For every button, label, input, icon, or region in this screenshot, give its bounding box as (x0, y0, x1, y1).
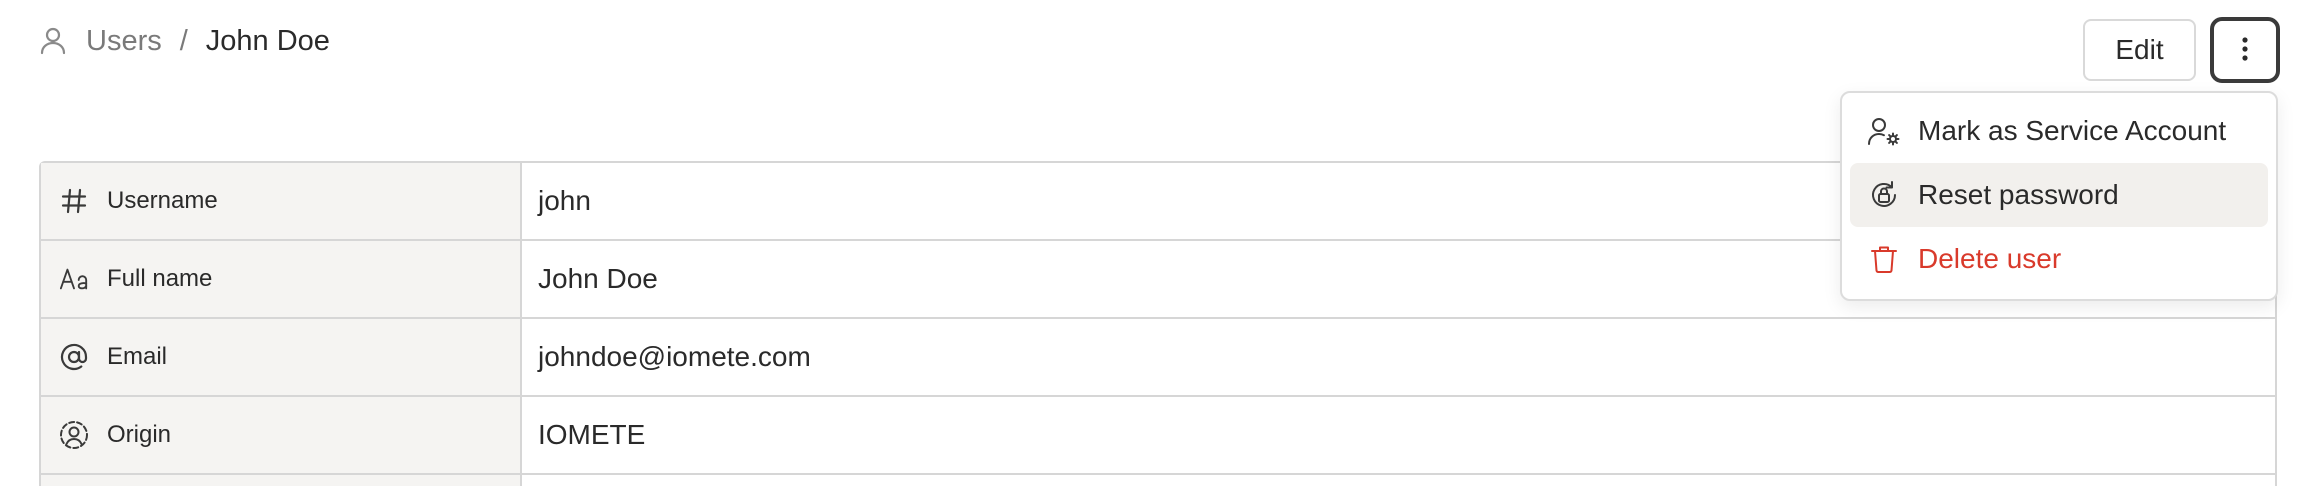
menu-item-label: Delete user (1918, 243, 2062, 274)
user-cog-icon (1868, 115, 1900, 147)
more-actions-menu: Mark as Service Account Reset password D… (1840, 91, 2278, 301)
row-label: Email (107, 343, 168, 370)
breadcrumb-separator: / (179, 24, 188, 57)
breadcrumb-users-link[interactable]: Users (86, 25, 162, 58)
more-actions-button[interactable] (2210, 17, 2280, 83)
row-label-cell: Origin (41, 397, 522, 473)
hash-icon (59, 186, 89, 216)
table-row-email: Email johndoe@iomete.com (41, 319, 2275, 397)
row-label: Origin (107, 421, 172, 448)
menu-item-label: Reset password (1918, 179, 2119, 210)
user-detail-page: Users / John Doe Edit Username john Full… (0, 0, 2312, 486)
row-value: IOMETE (522, 397, 2275, 473)
lock-reset-icon (1868, 179, 1900, 211)
row-value (522, 475, 2275, 486)
menu-item-delete-user[interactable]: Delete user (1850, 227, 2268, 291)
trash-icon (1868, 243, 1900, 275)
table-row-partial (41, 475, 2275, 486)
text-case-icon (59, 264, 89, 294)
breadcrumb: Users / John Doe (40, 22, 330, 60)
row-label-cell: Full name (41, 241, 522, 317)
row-label: Full name (107, 265, 213, 292)
row-label-cell: Username (41, 163, 522, 239)
breadcrumb-current: John Doe (205, 24, 330, 57)
at-sign-icon (59, 342, 89, 372)
menu-item-label: Mark as Service Account (1918, 115, 2227, 146)
row-label: Username (107, 187, 218, 214)
row-value: johndoe@iomete.com (522, 319, 2275, 395)
table-row-origin: Origin IOMETE (41, 397, 2275, 475)
edit-button[interactable]: Edit (2083, 19, 2196, 81)
menu-item-mark-service-account[interactable]: Mark as Service Account (1850, 99, 2268, 163)
user-circle-dashed-icon (59, 420, 89, 450)
more-vertical-icon (2241, 36, 2249, 65)
row-label-cell: Email (41, 319, 522, 395)
row-label-cell (41, 475, 522, 486)
menu-item-reset-password[interactable]: Reset password (1850, 163, 2268, 227)
user-icon (40, 26, 70, 56)
